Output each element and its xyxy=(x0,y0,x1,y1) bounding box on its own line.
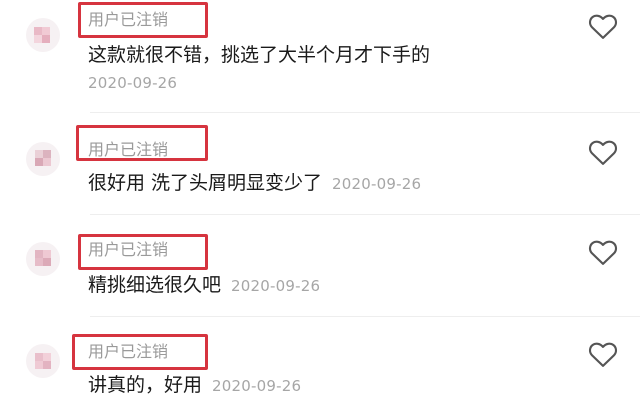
avatar[interactable] xyxy=(26,242,60,276)
comment-body: 精挑细选很久吧 xyxy=(88,274,222,296)
comment-text: 这款就很不错，挑选了大半个月才下手的 xyxy=(88,44,431,66)
comment-body: 讲真的，好用 xyxy=(88,374,203,396)
comment-body: 很好用 洗了头屑明显变少了 xyxy=(88,172,323,194)
comment-date: 2020-09-26 xyxy=(332,175,422,193)
heart-outline-icon[interactable] xyxy=(588,340,618,368)
comment-item: 用户已注销 很好用 洗了头屑明显变少了 2020-09-26 xyxy=(0,118,640,214)
heart-outline-icon[interactable] xyxy=(588,138,618,166)
comment-text: 讲真的，好用 2020-09-26 xyxy=(88,372,301,399)
comment-item: 用户已注销 这款就很不错，挑选了大半个月才下手的 2020-09-26 xyxy=(0,0,640,110)
username[interactable]: 用户已注销 xyxy=(88,10,168,30)
comment-item: 用户已注销 精挑细选很久吧 2020-09-26 xyxy=(0,218,640,314)
avatar[interactable] xyxy=(26,344,60,378)
divider xyxy=(90,112,640,113)
comment-date: 2020-09-26 xyxy=(231,277,321,295)
heart-outline-icon[interactable] xyxy=(588,238,618,266)
username[interactable]: 用户已注销 xyxy=(88,140,168,160)
username[interactable]: 用户已注销 xyxy=(88,240,168,260)
heart-outline-icon[interactable] xyxy=(588,12,618,40)
avatar[interactable] xyxy=(26,142,60,176)
comment-text: 很好用 洗了头屑明显变少了 2020-09-26 xyxy=(88,170,421,197)
comment-date: 2020-09-26 xyxy=(88,74,178,92)
comment-date: 2020-09-26 xyxy=(212,377,302,395)
comment-item: 用户已注销 讲真的，好用 2020-09-26 xyxy=(0,320,640,403)
avatar[interactable] xyxy=(26,18,60,52)
username[interactable]: 用户已注销 xyxy=(88,342,168,362)
divider xyxy=(90,316,640,317)
comment-text: 精挑细选很久吧 2020-09-26 xyxy=(88,272,320,299)
divider xyxy=(90,214,640,215)
